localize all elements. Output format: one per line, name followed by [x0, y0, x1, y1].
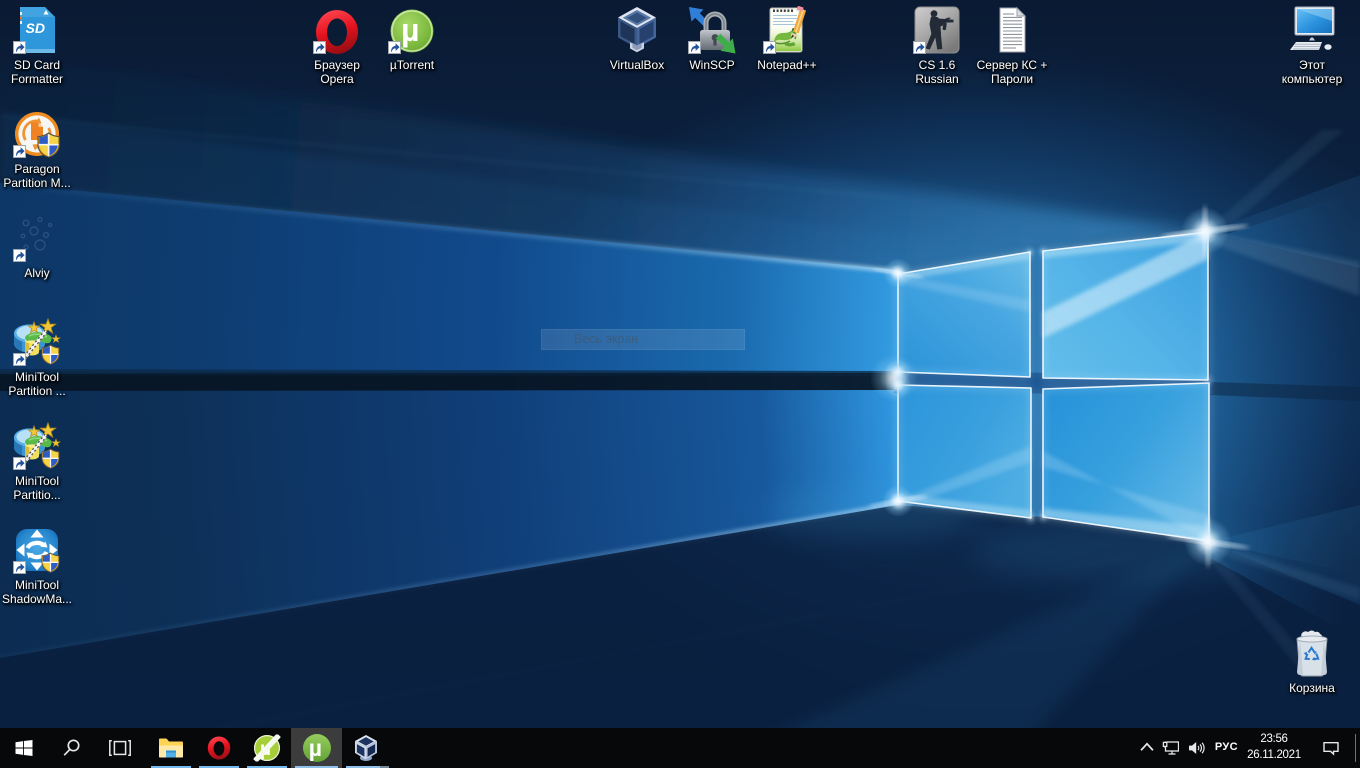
svg-text:µ: µ	[401, 12, 419, 48]
svg-text:µ: µ	[308, 735, 321, 761]
svg-text:SD: SD	[26, 20, 45, 36]
